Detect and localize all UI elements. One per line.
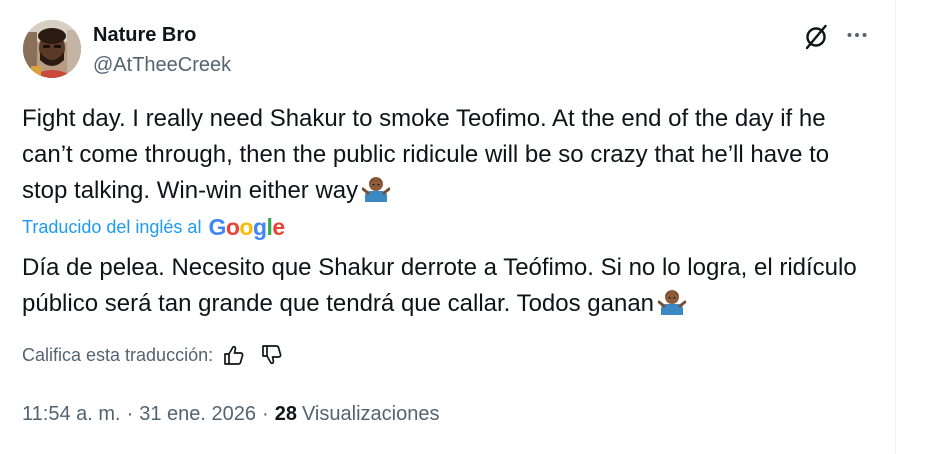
google-logo: Google [208, 214, 285, 240]
tweet-date[interactable]: 31 ene. 2026 [139, 400, 256, 428]
meta-separator: · [126, 403, 134, 425]
tweet-text: Fight day. I really need Shakur to smoke… [22, 101, 872, 209]
thumbs-down-icon[interactable] [259, 342, 285, 368]
author-display-name[interactable]: Nature Bro [93, 22, 196, 48]
tweet-meta: 11:54 a. m. · 31 ene. 2026 · 28 Visualiz… [22, 400, 439, 428]
translated-from-label[interactable]: Traducido del inglés al [22, 214, 201, 240]
translation-attribution[interactable]: Traducido del inglés al Google [22, 214, 285, 240]
views-label: Visualizaciones [301, 403, 440, 425]
tweet-text-content: Fight day. I really need Shakur to smoke… [22, 105, 830, 204]
translation-text: Día de pelea. Necesito que Shakur derrot… [22, 250, 872, 322]
person-shrugging-emoji-icon [362, 177, 391, 202]
rate-translation-label: Califica esta traducción: [22, 345, 214, 365]
grok-icon[interactable] [800, 21, 832, 53]
person-shrugging-emoji-icon [658, 290, 687, 315]
rate-translation: Califica esta traducción: [22, 341, 285, 369]
more-options-icon[interactable] [841, 21, 873, 53]
thumbs-up-icon[interactable] [221, 342, 247, 368]
tweet-card[interactable]: Nature Bro @AtTheeCreek Fight day. I rea… [0, 0, 896, 454]
meta-separator: · [262, 403, 269, 425]
tweet-timestamp[interactable]: 11:54 a. m. [22, 400, 121, 428]
avatar-image [23, 20, 81, 78]
avatar[interactable] [23, 20, 81, 78]
author-handle[interactable]: @AtTheeCreek [93, 52, 231, 78]
translation-text-content: Día de pelea. Necesito que Shakur derrot… [22, 254, 857, 317]
views-count: 28 [274, 403, 297, 425]
